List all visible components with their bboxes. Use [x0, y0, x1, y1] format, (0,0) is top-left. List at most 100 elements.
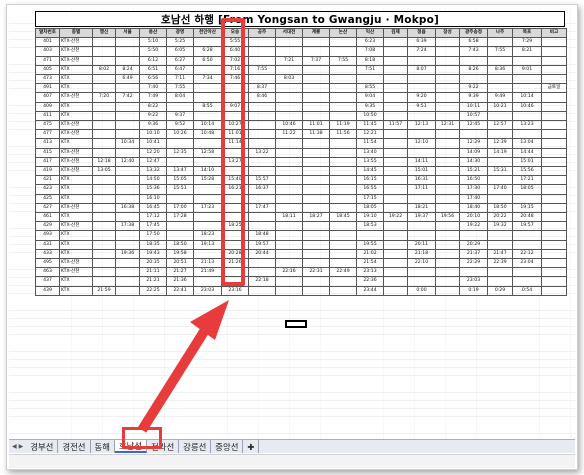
- table-cell[interactable]: [383, 110, 408, 122]
- table-cell[interactable]: [541, 92, 567, 103]
- table-cell[interactable]: 22:41: [166, 285, 194, 296]
- table-cell[interactable]: 15:56: [512, 166, 542, 177]
- table-cell[interactable]: 19:15: [512, 202, 542, 214]
- table-cell[interactable]: [92, 101, 116, 112]
- table-cell[interactable]: 21:36: [166, 276, 194, 287]
- table-cell[interactable]: [329, 230, 357, 241]
- table-cell[interactable]: [383, 166, 408, 177]
- table-cell[interactable]: 10:10: [139, 129, 167, 140]
- table-cell[interactable]: [248, 129, 276, 140]
- table-cell[interactable]: [329, 92, 357, 103]
- table-cell[interactable]: [435, 166, 460, 177]
- table-cell[interactable]: 19:56: [435, 212, 460, 223]
- table-cell[interactable]: 17:38: [115, 221, 140, 232]
- table-cell[interactable]: [275, 285, 303, 296]
- table-cell[interactable]: [329, 221, 357, 232]
- table-cell[interactable]: 17:23: [193, 202, 222, 214]
- table-cell[interactable]: [193, 110, 222, 122]
- table-cell[interactable]: 7:24: [407, 46, 436, 57]
- table-cell[interactable]: [487, 239, 513, 250]
- table-cell[interactable]: [541, 74, 567, 85]
- table-cell[interactable]: 11:01: [302, 120, 330, 131]
- table-cell[interactable]: 6:56: [139, 74, 167, 85]
- table-cell[interactable]: [115, 101, 140, 112]
- table-cell[interactable]: [541, 46, 567, 57]
- table-cell[interactable]: [512, 83, 542, 94]
- sheet-tab[interactable]: 강릉선: [179, 440, 212, 453]
- table-cell[interactable]: [92, 46, 116, 57]
- table-cell[interactable]: [248, 285, 276, 296]
- table-cell[interactable]: 21:59: [92, 285, 116, 296]
- table-cell[interactable]: [383, 101, 408, 112]
- table-cell[interactable]: 411: [35, 110, 60, 122]
- table-cell[interactable]: [383, 55, 408, 66]
- table-cell[interactable]: [541, 230, 567, 241]
- table-cell[interactable]: 8:36: [487, 64, 513, 76]
- table-cell[interactable]: 9:52: [166, 120, 194, 131]
- table-cell[interactable]: KTX: [59, 285, 93, 296]
- table-cell[interactable]: [275, 239, 303, 250]
- table-cell[interactable]: 6:39: [407, 37, 436, 48]
- table-cell[interactable]: [248, 212, 276, 223]
- table-cell[interactable]: 7:34: [193, 74, 222, 85]
- table-cell[interactable]: [115, 285, 140, 296]
- table-cell[interactable]: 11:45: [356, 120, 384, 131]
- table-cell[interactable]: [302, 202, 330, 214]
- table-cell[interactable]: [383, 221, 408, 232]
- table-cell[interactable]: [248, 221, 276, 232]
- table-cell[interactable]: [541, 129, 567, 140]
- table-cell[interactable]: 13:22: [248, 147, 276, 158]
- table-cell[interactable]: 437: [35, 276, 60, 287]
- table-cell[interactable]: [302, 258, 330, 269]
- table-cell[interactable]: [407, 230, 436, 241]
- table-cell[interactable]: 18:05: [356, 202, 384, 214]
- table-cell[interactable]: 19:58: [166, 248, 194, 260]
- table-cell[interactable]: 471: [35, 55, 60, 66]
- table-cell[interactable]: [275, 147, 303, 158]
- table-cell[interactable]: [248, 74, 276, 85]
- table-cell[interactable]: 19:43: [139, 248, 167, 260]
- table-cell[interactable]: [435, 258, 460, 269]
- table-cell[interactable]: [92, 120, 116, 131]
- table-cell[interactable]: 15:28: [193, 175, 222, 186]
- table-cell[interactable]: [487, 37, 513, 48]
- table-cell[interactable]: 9:37: [166, 110, 194, 122]
- table-cell[interactable]: [193, 276, 222, 287]
- table-cell[interactable]: 11:57: [383, 120, 408, 131]
- table-cell[interactable]: [92, 129, 116, 140]
- table-cell[interactable]: KTX: [59, 230, 93, 241]
- table-cell[interactable]: 15:51: [166, 184, 194, 195]
- table-cell[interactable]: [92, 212, 116, 223]
- table-cell[interactable]: 13:32: [139, 166, 167, 177]
- table-cell[interactable]: 15:21: [459, 166, 488, 177]
- table-cell[interactable]: 12:21: [356, 129, 384, 140]
- table-cell[interactable]: 21:02: [356, 248, 384, 260]
- table-cell[interactable]: 15:36: [139, 184, 167, 195]
- table-cell[interactable]: [435, 64, 460, 76]
- table-cell[interactable]: 18:35: [139, 239, 167, 250]
- table-cell[interactable]: KTX: [59, 64, 93, 76]
- table-cell[interactable]: 19:57: [248, 239, 276, 250]
- table-cell[interactable]: 16:15: [356, 175, 384, 186]
- table-cell[interactable]: [435, 202, 460, 214]
- table-cell[interactable]: 7:55: [329, 55, 357, 66]
- table-cell[interactable]: [166, 230, 194, 241]
- table-cell[interactable]: 16:55: [356, 184, 384, 195]
- table-cell[interactable]: [383, 37, 408, 48]
- table-cell[interactable]: 409: [35, 101, 60, 112]
- table-cell[interactable]: [115, 212, 140, 223]
- table-cell[interactable]: [383, 239, 408, 250]
- table-cell[interactable]: [435, 239, 460, 250]
- table-cell[interactable]: 6:50: [193, 55, 222, 66]
- table-cell[interactable]: 493: [35, 230, 60, 241]
- table-cell[interactable]: [115, 147, 140, 158]
- table-cell[interactable]: [302, 193, 330, 204]
- table-cell[interactable]: 7:55: [248, 64, 276, 76]
- table-cell[interactable]: [275, 184, 303, 195]
- table-cell[interactable]: 17:11: [407, 184, 436, 195]
- table-cell[interactable]: 18:48: [248, 230, 276, 241]
- table-cell[interactable]: [435, 267, 460, 278]
- sheet-tab[interactable]: 동해: [90, 440, 115, 453]
- table-cell[interactable]: [512, 55, 542, 66]
- table-cell[interactable]: [92, 258, 116, 269]
